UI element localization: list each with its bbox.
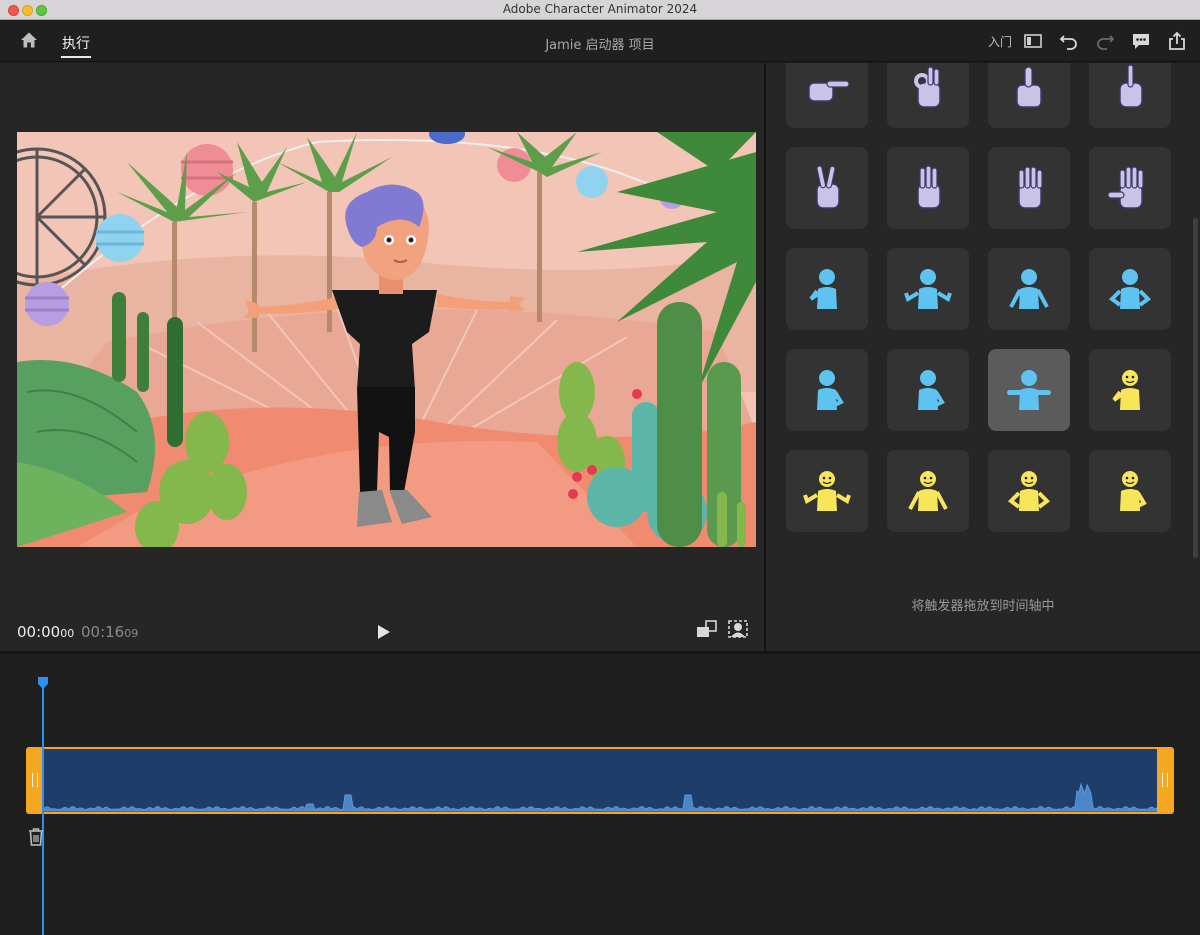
- trigger-tile[interactable]: [1089, 147, 1171, 229]
- trigger-tile[interactable]: [988, 248, 1070, 330]
- pose-side-hand-on-hip-icon: [817, 370, 844, 410]
- playhead-marker-icon: [38, 677, 48, 689]
- four-fingers-hand-icon: [1018, 166, 1043, 209]
- play-icon: [378, 625, 390, 639]
- learn-button[interactable]: 入门: [988, 33, 1012, 50]
- feedback-icon: [1133, 34, 1149, 49]
- character-scene-illustration: [17, 132, 756, 547]
- redo-button[interactable]: [1094, 30, 1116, 52]
- window-titlebar: Adobe Character Animator 2024: [0, 0, 1200, 20]
- pose-smile-hand-on-chin-icon: [1112, 370, 1140, 410]
- clip-waveform: [43, 749, 1157, 812]
- total-time-frames: 09: [124, 627, 139, 640]
- play-button[interactable]: [375, 624, 393, 640]
- feedback-button[interactable]: [1130, 30, 1152, 52]
- pose-smile-hands-on-hips-icon: [1007, 471, 1051, 511]
- app-header: 执行 Jamie 启动器 项目 入门: [0, 20, 1200, 62]
- trigger-tile[interactable]: [988, 63, 1070, 128]
- trigger-tile[interactable]: [786, 63, 868, 128]
- trigger-tile[interactable]: [988, 147, 1070, 229]
- trigger-tile[interactable]: [988, 450, 1070, 532]
- app-window: Adobe Character Animator 2024 执行 Jamie 启…: [0, 0, 1200, 935]
- active-tab-indicator: [61, 56, 91, 58]
- pose-hands-on-hips-icon: [1108, 269, 1152, 309]
- trigger-tile[interactable]: [887, 63, 969, 128]
- trigger-tile[interactable]: [887, 450, 969, 532]
- trigger-tile[interactable]: [786, 450, 868, 532]
- undo-button[interactable]: [1058, 30, 1080, 52]
- audio-waveform: [43, 782, 1157, 812]
- pose-smile-side-icon: [1120, 471, 1147, 511]
- trigger-tile[interactable]: [1089, 450, 1171, 532]
- fit-view-button[interactable]: [696, 619, 718, 639]
- pose-side-arm-icon: [918, 370, 945, 410]
- timeline-panel: [0, 654, 1200, 935]
- trigger-tile[interactable]: [1089, 248, 1171, 330]
- trigger-tile[interactable]: [786, 349, 868, 431]
- share-icon: [1169, 31, 1185, 50]
- trigger-tile[interactable]: [887, 147, 969, 229]
- clip-trim-handle-left[interactable]: [32, 773, 38, 787]
- three-fingers-hand-icon: [917, 165, 941, 209]
- share-button[interactable]: [1166, 30, 1188, 52]
- ok-hand-icon: [914, 66, 941, 108]
- delete-clip-button[interactable]: [27, 827, 45, 847]
- pose-smile-shrug-icon: [803, 471, 851, 511]
- triggers-scrollbar[interactable]: [1190, 63, 1200, 563]
- redo-icon: [1097, 35, 1115, 50]
- header-toolbar: 入门: [988, 28, 1188, 54]
- trigger-tile[interactable]: [1089, 63, 1171, 128]
- learn-panel-button[interactable]: [1022, 30, 1044, 52]
- window-title: Adobe Character Animator 2024: [502, 2, 698, 16]
- stage-size-icon: [697, 620, 717, 637]
- current-time-main: 00:00: [17, 623, 61, 641]
- clip-trim-handle-right[interactable]: [1162, 773, 1168, 787]
- pointing-hand-icon: [808, 80, 850, 102]
- playhead[interactable]: [37, 675, 49, 689]
- trigger-tile[interactable]: [786, 248, 868, 330]
- total-duration: 00:1609: [81, 623, 138, 641]
- current-time: 00:0000: [17, 623, 74, 641]
- pose-arms-down-icon: [1009, 269, 1049, 309]
- one-finger-hand-icon: [1119, 64, 1143, 108]
- drop-triggers-hint: 将触发器拖放到时间轴中: [911, 599, 1055, 614]
- current-time-frames: 00: [60, 627, 75, 640]
- open-palm-hand-icon: [1107, 166, 1144, 209]
- trigger-tile[interactable]: [988, 349, 1070, 431]
- trigger-tile[interactable]: [887, 248, 969, 330]
- audio-clip[interactable]: [26, 747, 1174, 814]
- pose-shrug-icon: [904, 269, 952, 309]
- panel-toggle-icon: [1024, 34, 1042, 48]
- playhead-line: [42, 686, 44, 935]
- trash-icon: [29, 828, 43, 846]
- scene-preview[interactable]: [17, 132, 756, 547]
- pose-hand-on-chin-icon: [809, 269, 837, 309]
- undo-icon: [1059, 35, 1077, 50]
- stage-panel: 00:0000 00:1609: [0, 63, 764, 651]
- total-time-main: 00:16: [81, 623, 125, 641]
- camera-puppet-icon: [728, 620, 748, 638]
- camera-input-button[interactable]: [727, 619, 749, 639]
- pose-smile-arms-down-icon: [908, 471, 948, 511]
- triggers-panel: 将触发器拖放到时间轴中: [766, 63, 1200, 651]
- trigger-tile[interactable]: [887, 349, 969, 431]
- pose-t-pose-icon: [1007, 370, 1051, 410]
- trigger-tile[interactable]: [1089, 349, 1171, 431]
- peace-sign-hand-icon: [816, 165, 840, 209]
- trigger-tile[interactable]: [786, 147, 868, 229]
- trigger-grid: [786, 63, 1171, 532]
- triggers-scrollbar-thumb[interactable]: [1193, 218, 1198, 558]
- thumbs-up-icon: [1016, 66, 1042, 108]
